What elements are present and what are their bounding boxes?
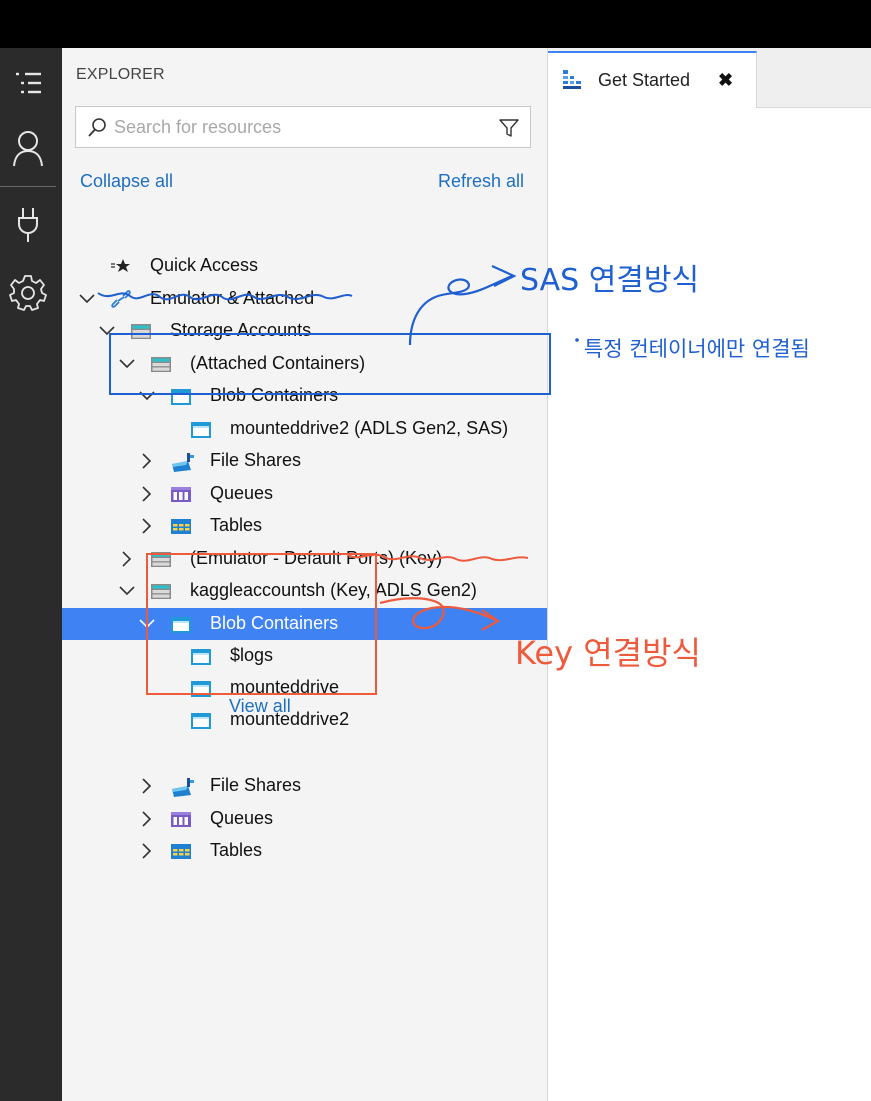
- tree-item[interactable]: mounteddrive: [62, 672, 547, 704]
- tree-item[interactable]: Tables: [62, 835, 547, 867]
- tree-item[interactable]: kaggleaccountsh (Key, ADLS Gen2): [62, 575, 547, 607]
- tab-label: Get Started: [598, 70, 691, 90]
- gear-icon[interactable]: [0, 266, 56, 318]
- tree-item-label: mounteddrive: [230, 677, 340, 697]
- chevron-down-icon[interactable]: [138, 386, 156, 406]
- annotation-key-title: Key 연결방식: [515, 634, 701, 672]
- quick-access-icon: [110, 256, 132, 276]
- tree-item-label: Queues: [210, 483, 274, 503]
- blob-container-icon: [190, 646, 212, 666]
- table-icon: [170, 516, 192, 536]
- file-share-icon: [170, 776, 194, 797]
- tree-item[interactable]: Queues: [62, 803, 547, 835]
- tree-item-label: kaggleaccountsh (Key, ADLS Gen2): [190, 580, 477, 600]
- tree-item[interactable]: (Attached Containers): [62, 348, 547, 380]
- tree-item-label: File Shares: [210, 775, 302, 795]
- filter-icon[interactable]: [498, 117, 520, 144]
- view-all-link[interactable]: View all: [229, 696, 291, 717]
- refresh-all-link[interactable]: Refresh all: [438, 171, 524, 192]
- tree-item[interactable]: Emulator & Attached: [62, 283, 547, 315]
- file-share-icon: [170, 451, 194, 472]
- tree-item[interactable]: File Shares: [62, 445, 547, 477]
- search-box: [75, 106, 531, 148]
- collapse-all-link[interactable]: Collapse all: [80, 171, 173, 192]
- tab-strip: Get Started ✖: [548, 48, 871, 108]
- chevron-down-icon[interactable]: [118, 354, 136, 374]
- blob-container-icon: [190, 678, 212, 698]
- tree-item-label: Tables: [210, 515, 263, 535]
- chevron-right-icon[interactable]: [138, 451, 156, 471]
- tree-item-label: (Emulator - Default Ports) (Key): [190, 548, 443, 568]
- tree-item[interactable]: mounteddrive2: [62, 704, 547, 736]
- tree-item-label: File Shares: [210, 450, 302, 470]
- explorer-icon[interactable]: [0, 57, 56, 109]
- queue-icon: [170, 809, 192, 829]
- storage-account-icon: [150, 354, 172, 374]
- tree-item[interactable]: Tables: [62, 510, 547, 542]
- chevron-right-icon[interactable]: [138, 841, 156, 861]
- activity-bar: [0, 48, 62, 1101]
- tree-item-label: Storage Accounts: [170, 320, 312, 340]
- tree-item[interactable]: Storage Accounts: [62, 315, 547, 347]
- chevron-right-icon[interactable]: [138, 516, 156, 536]
- tab-get-started[interactable]: Get Started ✖: [548, 51, 757, 108]
- storage-explorer-icon: [561, 68, 583, 95]
- queue-icon: [170, 484, 192, 504]
- chevron-down-icon[interactable]: [98, 321, 116, 341]
- tree-item-label: Queues: [210, 808, 274, 828]
- tree-item[interactable]: Blob Containers: [62, 608, 547, 640]
- tree-item-label: Quick Access: [150, 255, 259, 275]
- window-titlebar: [0, 0, 871, 48]
- storage-account-icon: [150, 549, 172, 569]
- tree-item-label: $logs: [230, 645, 274, 665]
- tree-item[interactable]: Blob Containers: [62, 380, 547, 412]
- tree-item-label: Blob Containers: [210, 613, 339, 633]
- annotation-sas-note: 특정 컨테이너에만 연결됨: [584, 337, 810, 361]
- editor-area: Get Started ✖: [548, 48, 871, 1101]
- chevron-right-icon[interactable]: [138, 484, 156, 504]
- chevron-down-icon[interactable]: [78, 289, 96, 309]
- tab-close-icon[interactable]: ✖: [718, 70, 733, 91]
- tree-item-label: Tables: [210, 840, 263, 860]
- tree-item-label: Emulator & Attached: [150, 288, 315, 308]
- tree-item-label: Blob Containers: [210, 385, 339, 405]
- blob-container-icon: [190, 710, 212, 730]
- plug-icon[interactable]: [0, 198, 56, 250]
- chevron-right-icon[interactable]: [138, 809, 156, 829]
- chevron-right-icon[interactable]: [138, 776, 156, 796]
- link-icon: [110, 289, 132, 309]
- search-icon: [86, 117, 108, 144]
- tree-item[interactable]: mounteddrive2 (ADLS Gen2, SAS): [62, 413, 547, 445]
- table-icon: [170, 841, 192, 861]
- search-input[interactable]: [114, 114, 494, 140]
- activity-separator: [0, 186, 56, 187]
- chevron-down-icon[interactable]: [118, 581, 136, 601]
- blob-container-icon: [170, 614, 192, 634]
- tree-item[interactable]: $logs: [62, 640, 547, 672]
- tree-item[interactable]: Quick Access: [62, 250, 547, 282]
- chevron-right-icon[interactable]: [118, 549, 136, 569]
- tree-item[interactable]: File Shares: [62, 770, 547, 802]
- tree-item[interactable]: (Emulator - Default Ports) (Key): [62, 543, 547, 575]
- account-icon[interactable]: [0, 122, 56, 174]
- storage-account-icon: [150, 581, 172, 601]
- tree-item[interactable]: Queues: [62, 478, 547, 510]
- explorer-panel: EXPLORER Collapse all Refresh all Quick …: [62, 48, 548, 1101]
- storage-account-icon: [130, 321, 152, 341]
- tree-item-label: (Attached Containers): [190, 353, 366, 373]
- tree-item-label: mounteddrive2 (ADLS Gen2, SAS): [230, 418, 509, 438]
- annotation-sas-title: SAS 연결방식: [520, 263, 700, 298]
- chevron-down-icon[interactable]: [138, 614, 156, 634]
- explorer-title: EXPLORER: [76, 66, 165, 83]
- blob-container-icon: [170, 386, 192, 406]
- blob-container-icon: [190, 419, 212, 439]
